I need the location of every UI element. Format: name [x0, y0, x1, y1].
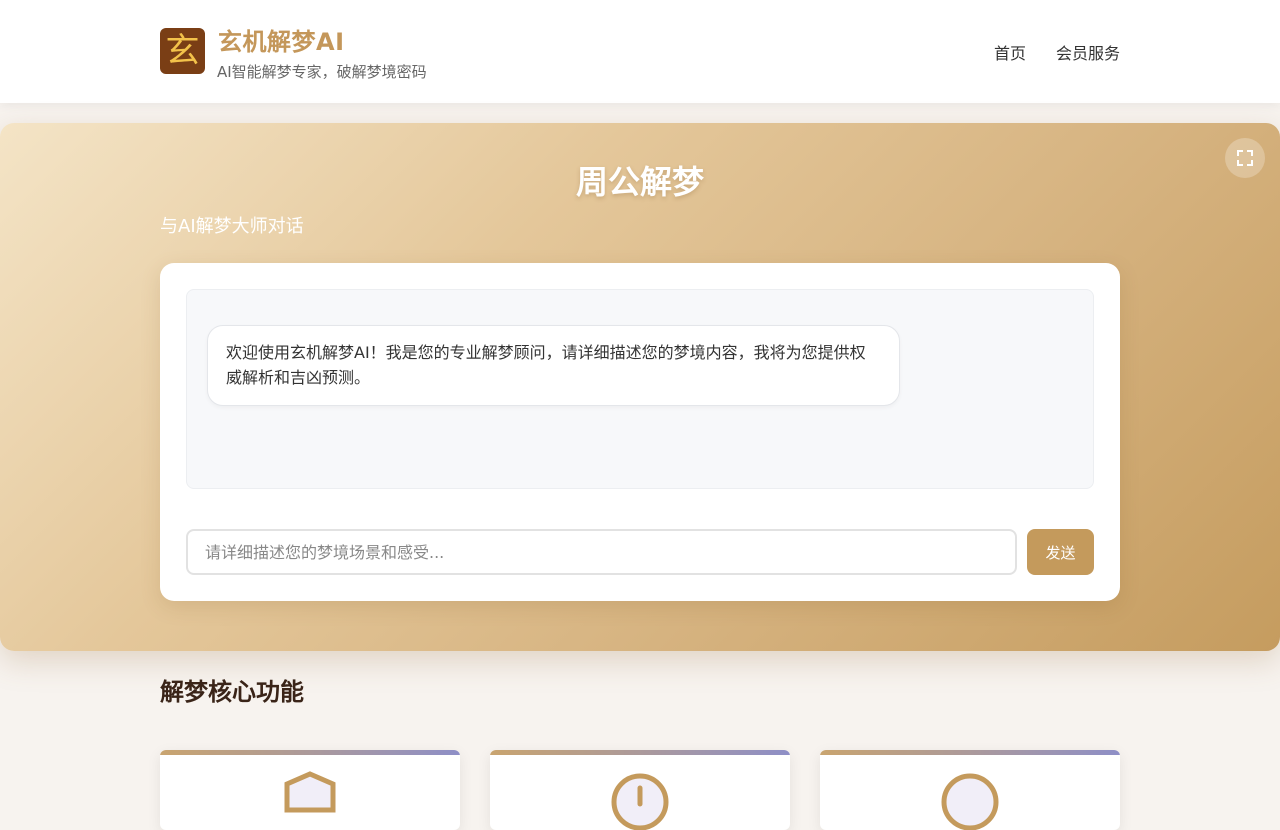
hero-subtitle: 与AI解梦大师对话 — [160, 216, 304, 237]
clock-icon — [611, 773, 669, 830]
circle-icon — [941, 773, 999, 830]
assistant-message: 欢迎使用玄机解梦AI！我是您的专业解梦顾问，请详细描述您的梦境内容，我将为您提供… — [207, 325, 900, 406]
logo-glyph: 玄 — [165, 31, 200, 71]
chat-card: 欢迎使用玄机解梦AI！我是您的专业解梦顾问，请详细描述您的梦境内容，我将为您提供… — [160, 263, 1120, 601]
site-header: 玄 玄机解梦AI AI智能解梦专家，破解梦境密码 首页 会员服务 — [0, 0, 1280, 103]
nav-link-home[interactable]: 首页 — [994, 40, 1026, 64]
hero-section: 周公解梦 与AI解梦大师对话 欢迎使用玄机解梦AI！我是您的专业解梦顾问，请详细… — [0, 123, 1280, 651]
hero-title: 周公解梦 — [575, 163, 704, 201]
nav-link-membership[interactable]: 会员服务 — [1056, 40, 1120, 64]
feature-card[interactable] — [820, 750, 1120, 830]
dream-input[interactable] — [186, 529, 1017, 575]
shield-icon — [284, 771, 336, 813]
brand-title[interactable]: 玄机解梦AI — [218, 22, 345, 57]
brand-logo[interactable]: 玄 — [160, 28, 205, 74]
brand-tagline: AI智能解梦专家，破解梦境密码 — [217, 63, 427, 81]
chat-messages[interactable]: 欢迎使用玄机解梦AI！我是您的专业解梦顾问，请详细描述您的梦境内容，我将为您提供… — [186, 289, 1094, 489]
main-nav: 首页 会员服务 — [994, 40, 1120, 64]
feature-card[interactable] — [160, 750, 460, 830]
features-title: 解梦核心功能 — [160, 678, 304, 706]
feature-card[interactable] — [490, 750, 790, 830]
send-button[interactable]: 发送 — [1027, 529, 1094, 575]
